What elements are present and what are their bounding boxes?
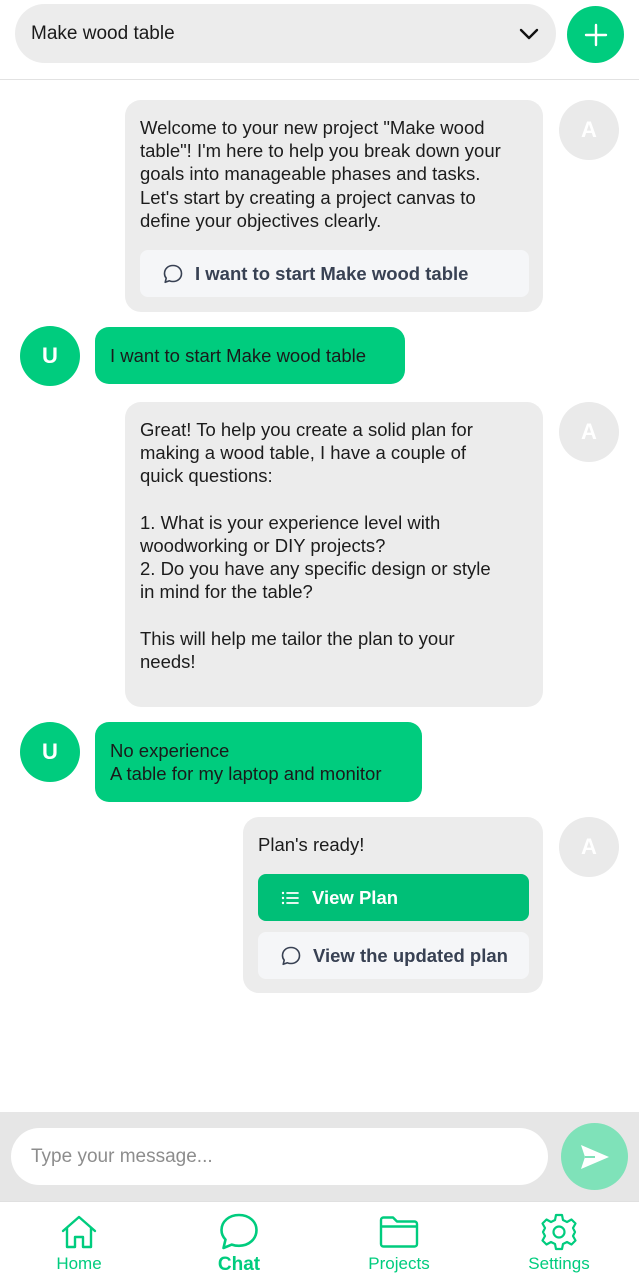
chat-icon (218, 1212, 260, 1252)
nav-projects[interactable]: Projects (339, 1202, 459, 1280)
nav-label: Settings (528, 1254, 590, 1273)
send-button[interactable] (561, 1123, 628, 1190)
message-text: Welcome to your new project "Make wood t… (140, 117, 501, 231)
suggestion-label: I want to start Make wood table (195, 262, 469, 284)
chat-bubble-icon (280, 945, 302, 967)
nav-chat[interactable]: Chat (179, 1202, 299, 1280)
chevron-down-icon (518, 23, 540, 45)
top-bar: Make wood table (0, 0, 639, 80)
send-icon (579, 1143, 611, 1171)
project-selector[interactable]: Make wood table (15, 4, 556, 63)
suggestion-button[interactable]: View the updated plan (258, 932, 529, 979)
suggestion-label: View the updated plan (313, 944, 508, 966)
suggestion-button[interactable]: I want to start Make wood table (140, 250, 529, 297)
folder-icon (378, 1212, 420, 1252)
ai-message: Great! To help you create a solid plan f… (125, 402, 543, 707)
message-composer (0, 1112, 639, 1201)
user-avatar: U (20, 722, 80, 782)
message-text: Plan's ready! (258, 834, 365, 855)
message-input[interactable] (11, 1128, 548, 1185)
chat-bubble-icon (162, 263, 184, 285)
message-text: Great! To help you create a solid plan f… (140, 419, 491, 673)
project-name: Make wood table (31, 22, 175, 44)
nav-settings[interactable]: Settings (499, 1202, 619, 1280)
message-text: I want to start Make wood table (110, 344, 367, 366)
gear-icon (539, 1212, 579, 1252)
assistant-avatar: A (559, 402, 619, 462)
home-icon (59, 1212, 99, 1252)
nav-home[interactable]: Home (19, 1202, 139, 1280)
add-project-button[interactable] (567, 6, 624, 63)
message-text: No experience A table for my laptop and … (110, 739, 382, 784)
view-plan-button[interactable]: View Plan (258, 874, 529, 921)
user-avatar: U (20, 326, 80, 386)
plus-icon (583, 22, 609, 48)
nav-label: Home (56, 1254, 102, 1273)
user-message: I want to start Make wood table (95, 327, 405, 384)
assistant-avatar: A (559, 100, 619, 160)
chat-thread: Welcome to your new project "Make wood t… (0, 81, 639, 1111)
user-message: No experience A table for my laptop and … (95, 722, 422, 802)
nav-label: Chat (217, 1254, 261, 1275)
assistant-avatar: A (559, 817, 619, 877)
list-icon (279, 887, 301, 909)
view-plan-label: View Plan (312, 886, 399, 908)
nav-label: Projects (368, 1254, 430, 1273)
bottom-navigation: Home Chat Projects Settings (0, 1201, 639, 1280)
